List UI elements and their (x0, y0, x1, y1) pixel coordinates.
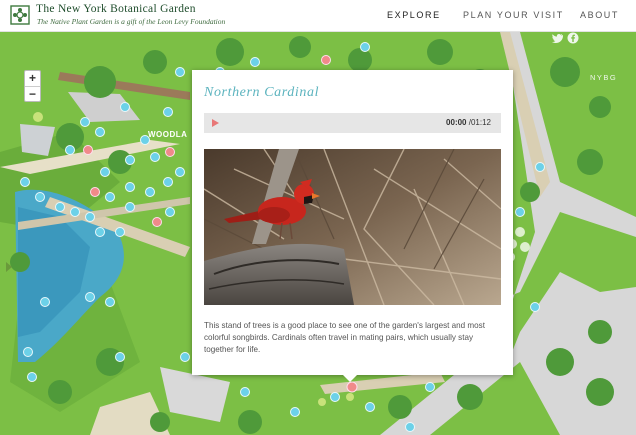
facebook-icon[interactable] (567, 32, 579, 44)
audio-total-time: /01:12 (468, 118, 491, 127)
species-description: This stand of trees is a good place to s… (204, 321, 485, 354)
cardinal-photo (204, 149, 501, 305)
play-icon[interactable] (212, 119, 219, 127)
nybg-logo-icon (10, 5, 30, 25)
popup-pointer (343, 375, 357, 382)
twitter-icon[interactable] (552, 32, 564, 44)
audio-current-time: 00:00 (446, 118, 467, 127)
nav-plan-your-visit[interactable]: PLAN YOUR VISIT (463, 0, 564, 31)
nav-explore[interactable]: EXPLORE (387, 0, 441, 31)
zoom-in-button[interactable]: + (25, 71, 40, 86)
brand-title[interactable]: The New York Botanical Garden (36, 3, 196, 15)
nav-about[interactable]: ABOUT (580, 0, 619, 31)
species-popup: Northern Cardinal 00:00 /01:12 This stan… (192, 70, 513, 375)
audio-time: 00:00 /01:12 (446, 118, 491, 127)
nybg-link[interactable]: NYBG (590, 73, 617, 82)
map-area-label: WOODLA (148, 130, 188, 139)
cardinal-image (204, 149, 501, 305)
site-header: The New York Botanical Garden The Native… (0, 0, 636, 32)
audio-player: 00:00 /01:12 (204, 113, 501, 133)
zoom-out-button[interactable]: − (25, 86, 40, 102)
sidebar-expand-arrow-icon[interactable] (6, 262, 12, 272)
brand-subtitle: The Native Plant Garden is a gift of the… (37, 17, 226, 26)
zoom-control: + − (24, 70, 41, 102)
popup-title: Northern Cardinal (204, 85, 320, 100)
